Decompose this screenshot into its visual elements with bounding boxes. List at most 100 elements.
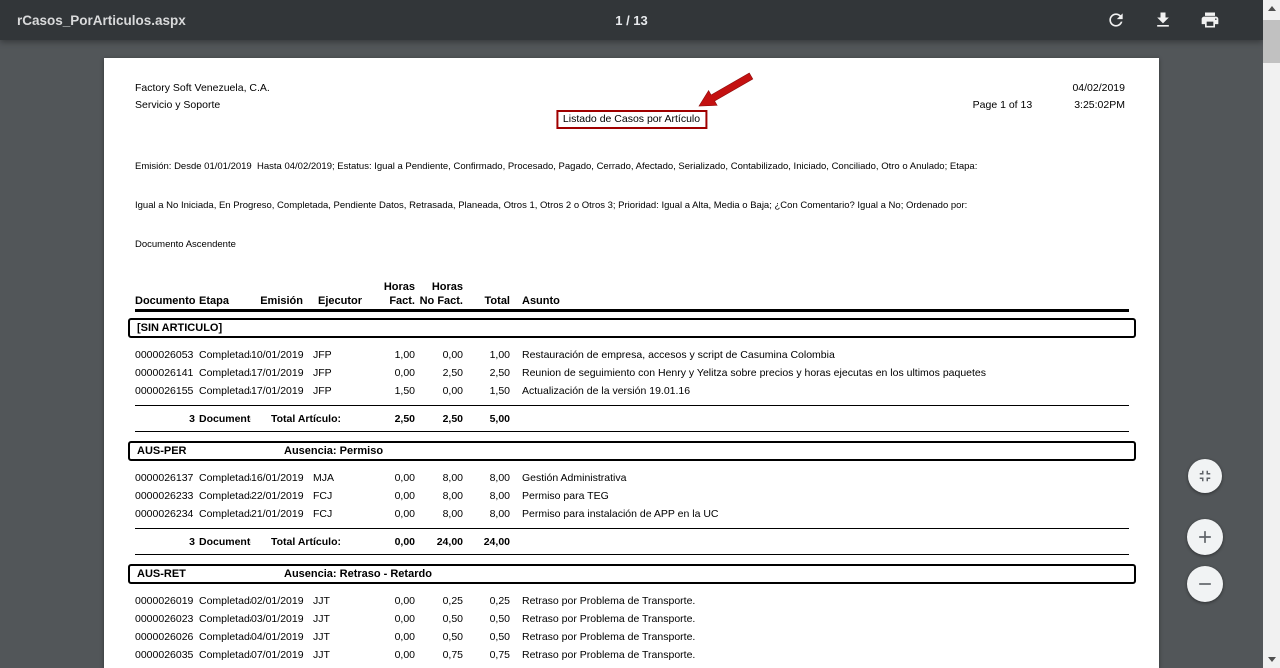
col-horas-2: Horas (419, 281, 467, 293)
cell-total: 8,00 (467, 490, 514, 502)
cell-documento: 0000026026 (135, 631, 199, 643)
cell-etapa: Completada (199, 613, 251, 625)
table-row: 0000026039Completada07/01/2019RJG0,000,7… (135, 664, 1129, 668)
scroll-down-button[interactable] (1263, 651, 1280, 668)
cell-horas-fact: 0,00 (369, 367, 419, 379)
total-horas-nofact: 2,50 (419, 413, 467, 425)
total-label: Total Artículo: (251, 536, 369, 548)
section-description: Ausencia: Retraso - Retardo (284, 568, 432, 580)
col-no-fact: No Fact. (419, 295, 467, 307)
pdf-toolbar: rCasos_PorArticulos.aspx 1 / 13 (0, 0, 1263, 40)
cell-emision: 21/01/2019 (251, 508, 313, 520)
cell-emision: 07/01/2019 (251, 649, 313, 661)
scrollbar-thumb[interactable] (1263, 20, 1280, 63)
cell-horas-nofact: 0,75 (419, 649, 467, 661)
cell-asunto: Retraso por Problema de Transporte. (522, 631, 1129, 643)
section-rows: 0000026053Completada10/01/2019JFP1,000,0… (135, 346, 1129, 400)
section-code: AUS-PER (137, 445, 284, 457)
cell-ejecutor: JJT (313, 613, 369, 625)
cell-horas-nofact: 8,00 (419, 490, 467, 502)
table-header: Horas Horas Documento Etapa Emisión Ejec… (135, 280, 1129, 312)
section-header-box: AUS-RETAusencia: Retraso - Retardo (128, 564, 1136, 584)
print-button[interactable] (1200, 10, 1220, 30)
cell-horas-fact: 1,50 (369, 385, 419, 397)
total-total: 5,00 (467, 413, 514, 425)
cell-emision: 03/01/2019 (251, 613, 313, 625)
rotate-icon (1106, 10, 1126, 30)
vertical-scrollbar[interactable] (1263, 0, 1280, 668)
table-row: 0000026019Completada02/01/2019JJT0,000,2… (135, 592, 1129, 610)
cell-total: 1,00 (467, 349, 514, 361)
cell-etapa: Completada (199, 595, 251, 607)
cell-emision: 16/01/2019 (251, 472, 313, 484)
section-header-box: AUS-PERAusencia: Permiso (128, 441, 1136, 461)
cell-horas-fact: 0,00 (369, 631, 419, 643)
cell-ejecutor: JFP (313, 385, 369, 397)
cell-ejecutor: JFP (313, 367, 369, 379)
cell-horas-fact: 0,00 (369, 508, 419, 520)
report-body: Emisión: Desde 01/01/2019 Hasta 04/02/20… (104, 58, 1159, 668)
zoom-in-button[interactable] (1187, 519, 1223, 555)
cell-horas-nofact: 0,00 (419, 385, 467, 397)
cell-asunto: Retraso por Problema de Transporte. (522, 613, 1129, 625)
cell-documento: 0000026234 (135, 508, 199, 520)
cell-documento: 0000026155 (135, 385, 199, 397)
section-total-block: 3DocumentosTotal Artículo:0,0024,0024,00 (135, 528, 1129, 555)
cell-ejecutor: FCJ (313, 490, 369, 502)
cell-asunto: Reunion de seguimiento con Henry y Yelit… (522, 367, 1129, 379)
fit-page-button[interactable] (1188, 459, 1222, 493)
cell-ejecutor: JFP (313, 349, 369, 361)
rotate-button[interactable] (1106, 10, 1126, 30)
cell-ejecutor: JJT (313, 595, 369, 607)
section-total-row: 3DocumentosTotal Artículo:0,0024,0024,00 (135, 529, 1129, 554)
report-title-annotation-box: Listado de Casos por Artículo (556, 110, 707, 129)
total-docs-label: Documentos (199, 536, 251, 548)
cell-asunto: Gestión Administrativa (522, 472, 1129, 484)
document-title: rCasos_PorArticulos.aspx (0, 13, 186, 28)
cell-total: 8,00 (467, 472, 514, 484)
section-rows: 0000026019Completada02/01/2019JJT0,000,2… (135, 592, 1129, 668)
cell-total: 0,25 (467, 595, 514, 607)
cell-emision: 04/01/2019 (251, 631, 313, 643)
cell-ejecutor: FCJ (313, 508, 369, 520)
table-row: 0000026026Completada04/01/2019JJT0,000,5… (135, 628, 1129, 646)
cell-horas-fact: 1,00 (369, 349, 419, 361)
table-row: 0000026234Completada21/01/2019FCJ0,008,0… (135, 505, 1129, 523)
cell-etapa: Completada (199, 631, 251, 643)
cell-etapa: Completada (199, 472, 251, 484)
print-icon (1200, 10, 1220, 30)
company-name: Factory Soft Venezuela, C.A. (135, 80, 270, 97)
report-section: AUS-PERAusencia: Permiso0000026137Comple… (135, 441, 1129, 555)
criteria-line: Emisión: Desde 01/01/2019 Hasta 04/02/20… (135, 160, 1129, 173)
cell-total: 1,50 (467, 385, 514, 397)
section-rows: 0000026137Completada16/01/2019MJA0,008,0… (135, 469, 1129, 523)
cell-asunto: Permiso para TEG (522, 490, 1129, 502)
cell-documento: 0000026023 (135, 613, 199, 625)
col-fact: Fact. (369, 295, 419, 307)
total-horas-fact: 2,50 (369, 413, 419, 425)
total-count: 3 (135, 536, 199, 548)
cell-total: 0,50 (467, 613, 514, 625)
zoom-in-icon (1195, 527, 1215, 547)
zoom-out-button[interactable] (1187, 566, 1223, 602)
col-asunto: Asunto (522, 295, 1129, 307)
cell-asunto: Retraso por Problema de Transporte. (522, 595, 1129, 607)
cell-emision: 10/01/2019 (251, 349, 313, 361)
cell-ejecutor: JJT (313, 649, 369, 661)
scroll-up-button[interactable] (1263, 0, 1280, 17)
cell-total: 0,50 (467, 631, 514, 643)
fit-page-icon (1196, 467, 1214, 485)
cell-etapa: Completada (199, 349, 251, 361)
cell-emision: 17/01/2019 (251, 385, 313, 397)
cell-asunto: Actualización de la versión 19.01.16 (522, 385, 1129, 397)
table-row: 0000026023Completada03/01/2019JJT0,000,5… (135, 610, 1129, 628)
cell-horas-nofact: 0,50 (419, 631, 467, 643)
cell-etapa: Completada (199, 490, 251, 502)
total-docs-label: Documentos (199, 413, 251, 425)
pdf-viewer-area: Factory Soft Venezuela, C.A. Servicio y … (0, 40, 1263, 668)
report-header-right: 04/02/2019 Page 1 of 13 3:25:02PM (973, 80, 1125, 114)
cell-horas-fact: 0,00 (369, 490, 419, 502)
download-button[interactable] (1153, 10, 1173, 30)
total-horas-fact: 0,00 (369, 536, 419, 548)
criteria-line: Igual a No Iniciada, En Progreso, Comple… (135, 199, 1129, 212)
